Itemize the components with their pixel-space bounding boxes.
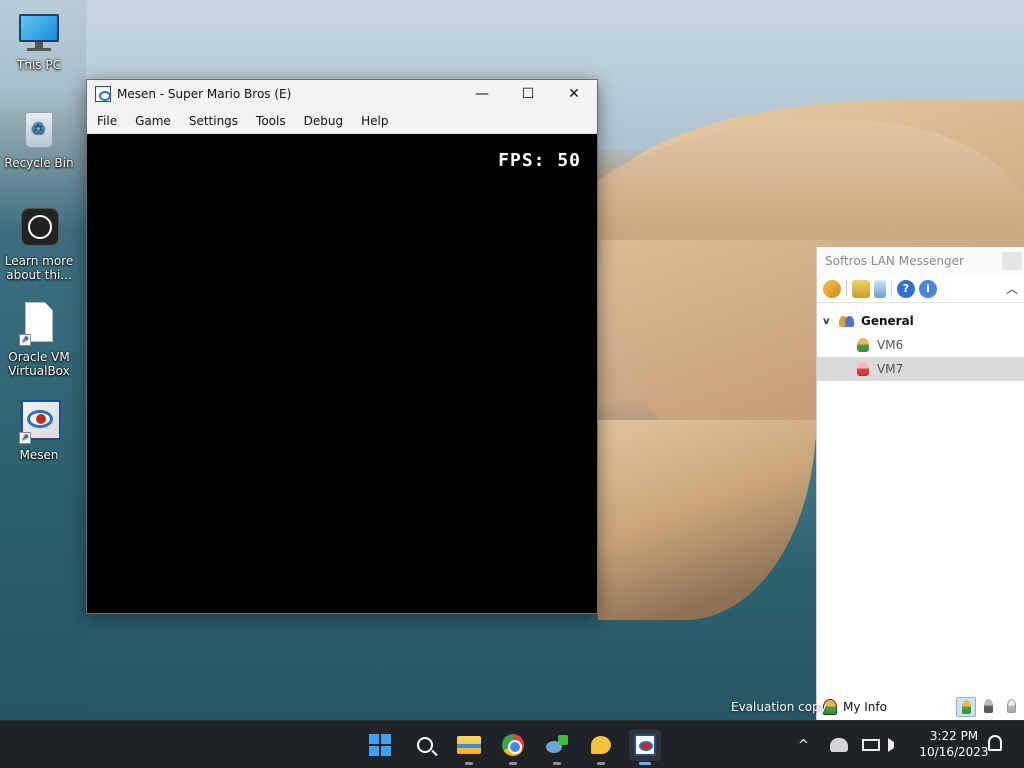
taskbar-mesen[interactable] (629, 729, 661, 765)
window-title: Mesen - Super Mario Bros (E) (117, 87, 292, 101)
group-label: General (861, 314, 914, 328)
messenger-close-button[interactable] (1002, 252, 1022, 270)
desktop-icon-label: Learn more about thi... (4, 254, 74, 282)
file-explorer-icon (457, 736, 481, 754)
menu-bar: File Game Settings Tools Debug Help (87, 108, 597, 134)
messenger-title-bar[interactable]: Softros LAN Messenger (817, 247, 1024, 275)
people-icon[interactable] (823, 279, 841, 298)
chevron-down-icon[interactable]: v (823, 316, 835, 327)
desktop-icon-learn-more[interactable]: Learn more about thi... (4, 206, 74, 282)
desktop-icon-label: Recycle Bin (4, 156, 74, 170)
chat-app-icon (591, 736, 611, 754)
search-icon (417, 737, 433, 753)
desktop-icon-virtualbox[interactable]: ↗ Oracle VM VirtualBox (4, 302, 74, 378)
virtualbox-shortcut-icon: ↗ (17, 302, 61, 346)
status-offline-button[interactable] (1002, 697, 1022, 717)
info-icon[interactable]: i (919, 279, 937, 298)
recycle-bin-icon: ♻ (17, 108, 61, 152)
menu-tools[interactable]: Tools (246, 114, 294, 128)
messenger-title: Softros LAN Messenger (825, 254, 964, 268)
folder-icon[interactable] (852, 279, 870, 298)
mesen-window[interactable]: Mesen - Super Mario Bros (E) — ☐ ✕ File … (86, 79, 598, 614)
status-away-button[interactable] (979, 697, 999, 717)
fps-counter: FPS: 50 (498, 150, 581, 171)
taskbar-network-app[interactable] (541, 729, 573, 765)
mesen-title-bar[interactable]: Mesen - Super Mario Bros (E) — ☐ ✕ (87, 80, 597, 108)
this-pc-icon (17, 10, 61, 54)
menu-debug[interactable]: Debug (294, 114, 351, 128)
evaluation-watermark: Evaluation copy (731, 700, 827, 714)
messenger-toolbar: ? i ︿ (817, 275, 1024, 303)
chrome-icon (502, 734, 524, 756)
group-icon (839, 314, 855, 328)
contact-label: VM6 (877, 338, 904, 352)
speaker-muted-icon (888, 738, 902, 752)
my-info-button[interactable]: My Info (843, 700, 956, 714)
collapse-icon[interactable]: ︿ (1006, 280, 1018, 297)
learn-more-icon (17, 206, 61, 250)
start-icon (369, 734, 391, 756)
show-hidden-icons-button[interactable]: ^ (798, 721, 809, 768)
status-online-button[interactable] (956, 697, 976, 717)
menu-settings[interactable]: Settings (179, 114, 246, 128)
taskbar-chrome[interactable] (497, 729, 529, 765)
desktop-icon-label: This PC (17, 58, 61, 72)
taskbar-file-explorer[interactable] (453, 729, 485, 765)
user-away-icon (857, 362, 869, 376)
contact-label: VM7 (877, 362, 904, 376)
user-online-icon (857, 338, 869, 352)
toolbar-separator (846, 280, 847, 297)
taskbar-chat-app[interactable] (585, 729, 617, 765)
desktop-icon-recycle-bin[interactable]: ♻ Recycle Bin (4, 108, 74, 170)
game-viewport[interactable]: FPS: 50 (87, 134, 597, 613)
contact-tree: v General VM6 VM7 (817, 303, 1024, 381)
clock-date: 10/16/2023 (919, 745, 989, 759)
menu-help[interactable]: Help (351, 114, 396, 128)
group-general[interactable]: v General (817, 309, 1024, 333)
mesen-app-icon (95, 86, 111, 102)
desktop-icon-mesen[interactable]: ↗ Mesen (4, 400, 74, 462)
onedrive-tray[interactable] (830, 721, 848, 768)
taskbar: ^ (0, 720, 1024, 768)
messenger-status-bar: My Info (817, 694, 1024, 720)
help-icon[interactable]: ? (897, 279, 915, 298)
menu-game[interactable]: Game (125, 114, 179, 128)
desktop-icon-label: Oracle VM VirtualBox (8, 350, 70, 378)
network-icon (862, 739, 880, 751)
minimize-button[interactable]: — (459, 80, 505, 108)
contact-vm7[interactable]: VM7 (817, 357, 1024, 381)
mesen-shortcut-icon: ↗ (17, 400, 61, 444)
network-tray[interactable] (862, 721, 880, 768)
network-app-icon (546, 735, 568, 755)
volume-tray[interactable] (888, 721, 902, 768)
desktop-icon-this-pc[interactable]: This PC (4, 10, 74, 72)
notification-bell-icon[interactable] (988, 735, 1002, 751)
search-button[interactable] (409, 729, 441, 761)
menu-file[interactable]: File (87, 114, 125, 128)
contact-vm6[interactable]: VM6 (817, 333, 1024, 357)
clock-time: 3:22 PM (929, 729, 979, 743)
list-icon[interactable] (874, 279, 886, 298)
system-clock[interactable]: 3:22 PM 10/16/2023 (914, 728, 994, 760)
start-button[interactable] (364, 729, 396, 761)
onedrive-icon (830, 738, 848, 752)
messenger-window[interactable]: Softros LAN Messenger ? i ︿ v General VM… (816, 247, 1024, 720)
toolbar-separator (891, 280, 892, 297)
mesen-app-icon (634, 734, 656, 756)
maximize-button[interactable]: ☐ (505, 80, 551, 108)
close-button[interactable]: ✕ (551, 80, 597, 108)
desktop-icon-label: Mesen (19, 448, 59, 462)
